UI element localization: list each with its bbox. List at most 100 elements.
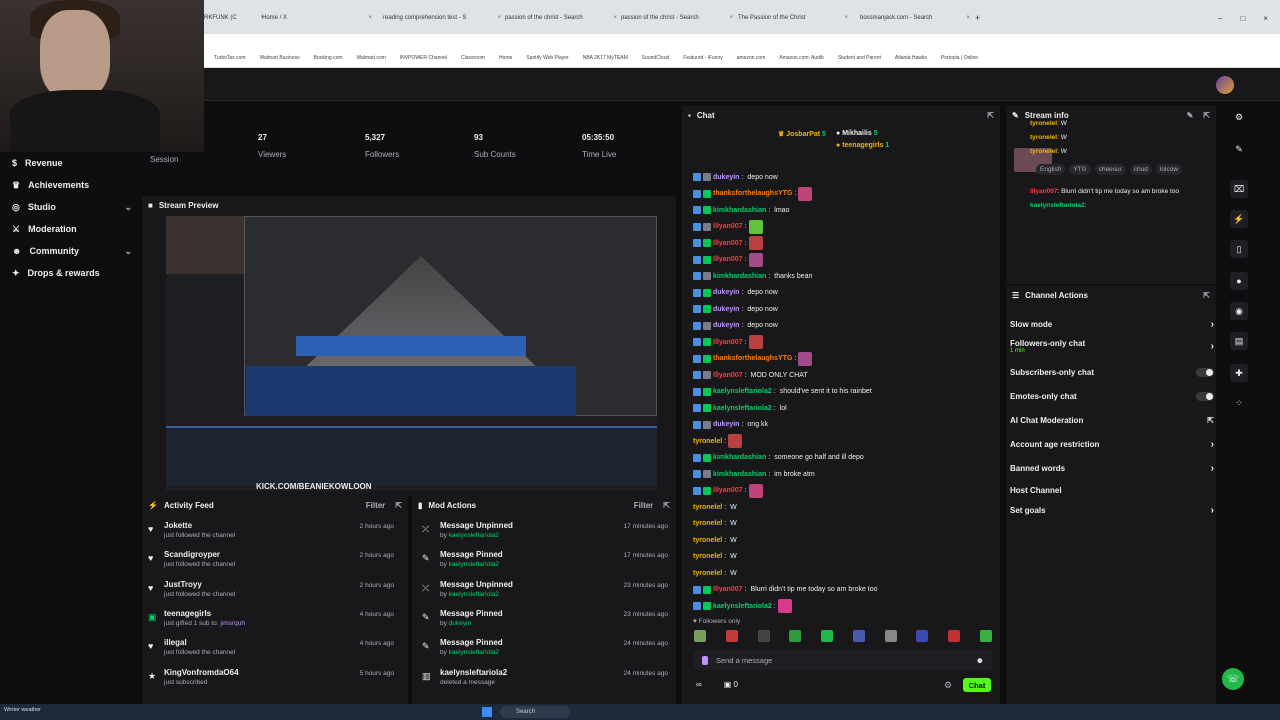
browser-tab[interactable]: passion of the christ - Search ×	[621, 9, 733, 27]
broadcast-icon[interactable]: ◉	[1230, 302, 1248, 320]
bookmark-item[interactable]: Walmart Business	[260, 55, 300, 61]
browser-tab[interactable]: reading comprehension test - S ×	[383, 9, 501, 27]
chat-message[interactable]: Illyan007:	[693, 483, 763, 498]
minimize-icon[interactable]: –	[1218, 14, 1222, 23]
list-icon[interactable]: ▤	[1230, 332, 1248, 350]
channel-action-ai-chat-moderation[interactable]: AI Chat Moderation ⇱	[1010, 410, 1214, 430]
external-link-icon[interactable]: ⇱	[1207, 416, 1214, 425]
channel-action-set-goals[interactable]: Set goals ›	[1010, 500, 1214, 520]
chat-username[interactable]: kimkhardashian	[713, 454, 766, 461]
chevron-down-icon[interactable]: ⌄	[124, 202, 132, 213]
toggle-switch[interactable]	[1196, 367, 1214, 377]
bookmark-item[interactable]: Booking.com	[314, 55, 343, 61]
emote-picker-icon[interactable]	[757, 630, 770, 642]
chat-username[interactable]: tyronelel	[693, 553, 722, 560]
feed-username[interactable]: Jokette	[164, 521, 192, 530]
windows-start-icon[interactable]	[482, 707, 492, 717]
tag-chip[interactable]: English	[1036, 164, 1066, 175]
apps-icon[interactable]: ⁘	[1230, 394, 1248, 412]
mod-username[interactable]: kaelynsleftariola2	[449, 649, 499, 656]
bookmark-item[interactable]: Home	[499, 55, 512, 61]
feed-username[interactable]: illegal	[164, 638, 187, 647]
pencil-icon[interactable]: ✎	[1230, 140, 1248, 158]
chat-message[interactable]: kaelynsleftariola2:	[693, 599, 792, 613]
chat-message[interactable]: Illyan007:	[693, 252, 763, 267]
taskbar-search[interactable]: Search	[500, 706, 570, 718]
list-item[interactable]: ♥ illegal just followed the channel 4 hours…	[142, 637, 402, 666]
maximize-icon[interactable]: □	[1240, 14, 1245, 23]
popout-icon[interactable]: ⇱	[663, 501, 670, 510]
chevron-right-icon[interactable]: ›	[1211, 319, 1214, 330]
chat-username[interactable]: Illyan007	[713, 256, 743, 263]
chat-username[interactable]: thanksforthelaughsYTG	[713, 190, 792, 197]
list-item[interactable]: ✎ Message Pinned by kaelynsleftariola2 17 m…	[412, 549, 676, 578]
chat-message[interactable]: tyronelel: W	[693, 566, 737, 580]
chat-username[interactable]: kaelynsleftariola2	[713, 603, 772, 610]
emote-picker-icon[interactable]	[725, 630, 738, 642]
chat-message[interactable]: kimkhardashian: im broke atm	[693, 467, 815, 481]
device-icon[interactable]: ▯	[1230, 240, 1248, 258]
bookmark-item[interactable]: TurboTax.com	[214, 55, 246, 61]
chat-username[interactable]: Illyan007	[713, 223, 743, 230]
emote-picker-icon[interactable]	[884, 630, 897, 642]
crop-icon[interactable]: ⌧	[1230, 180, 1248, 198]
top-gifter[interactable]: ♛ JosbarPat 5	[778, 130, 826, 138]
chat-username[interactable]: dukeyin	[713, 421, 739, 428]
channel-action-subscribers-only-chat[interactable]: Subscribers-only chat	[1010, 362, 1214, 382]
chat-message[interactable]: tyronelel: W	[693, 550, 737, 564]
close-icon[interactable]: ×	[725, 15, 733, 21]
weather-widget[interactable]: Winter weather	[4, 707, 41, 713]
tag-chip[interactable]: lolcow	[1155, 164, 1182, 175]
chevron-right-icon[interactable]: ›	[1211, 439, 1214, 450]
stream-preview-video[interactable]: KICK.COM/BEANIEKOWLOON	[166, 216, 657, 491]
chat-bubble-icon[interactable]: ●	[1230, 272, 1248, 290]
chat-message[interactable]: tyronelel: W	[693, 533, 737, 547]
feed-username[interactable]: Scandigroyper	[164, 550, 220, 559]
close-icon[interactable]: ×	[962, 15, 970, 21]
infinity-icon[interactable]: ∞	[696, 680, 702, 689]
chat-message[interactable]: thanksforthelaughsYTG:	[693, 351, 813, 366]
channel-action-account-age-restriction[interactable]: Account age restriction ›	[1010, 434, 1214, 454]
chat-message[interactable]: kimkhardashian: thanks bean	[693, 269, 812, 283]
browser-tab[interactable]: bossmanjack.com - Search ×	[860, 9, 970, 27]
emote-picker-icon[interactable]	[694, 630, 706, 642]
close-window-icon[interactable]: ×	[1263, 14, 1268, 23]
chat-message[interactable]: dukeyin: depo now	[693, 302, 778, 316]
feed-username[interactable]: teenagegirls	[164, 609, 211, 618]
chat-username[interactable]: thanksforthelaughsYTG	[713, 355, 792, 362]
bookmark-item[interactable]: INVPOWER Channel	[400, 55, 447, 61]
close-icon[interactable]: ×	[493, 15, 501, 21]
chevron-down-icon[interactable]: ⌄	[124, 246, 132, 257]
list-item[interactable]: ♥ Scandigroyper just followed the channel 2…	[142, 549, 402, 578]
chat-message[interactable]: Illyan007: Blurri didn't tip me today so …	[693, 583, 878, 597]
emote-picker-icon[interactable]	[821, 630, 834, 642]
chat-message[interactable]: tyronelel: W	[693, 500, 737, 514]
tag-chip[interactable]: chud	[1129, 164, 1152, 175]
list-item[interactable]: ♥ JustTroyy just followed the channel 2 hou…	[142, 579, 402, 608]
chat-username[interactable]: tyronelel	[693, 520, 722, 527]
new-tab-icon[interactable]: +	[975, 9, 987, 27]
bookmark-item[interactable]: SoundCloud	[642, 55, 670, 61]
chat-username[interactable]: Illyan007	[713, 240, 743, 247]
chat-message[interactable]: kimkhardashian: someone go half and ill d…	[693, 451, 864, 465]
bookmark-item[interactable]: Spotify Web Player	[526, 55, 568, 61]
help-chat-button[interactable]: ☏	[1222, 668, 1244, 690]
sidebar-item-moderation[interactable]: ⚔ Moderation	[0, 218, 142, 240]
chat-username[interactable]: dukeyin	[713, 289, 739, 296]
chat-message[interactable]: Illyan007: MOD ONLY CHAT	[693, 368, 808, 382]
top-gifter[interactable]: ● teenagegirls 1	[836, 142, 889, 149]
sidebar-item-revenue[interactable]: $ Revenue	[0, 152, 142, 174]
gear-icon[interactable]: ⚙	[1230, 108, 1248, 126]
chat-message[interactable]: dukeyin: ong kk	[693, 418, 768, 432]
settings-icon[interactable]: ⚙	[944, 680, 952, 691]
chevron-right-icon[interactable]: ›	[1211, 505, 1214, 516]
avatar[interactable]	[1216, 76, 1234, 94]
emote-picker-icon[interactable]	[852, 630, 865, 642]
chat-username[interactable]: Illyan007	[713, 339, 743, 346]
chat-username[interactable]: tyronelel	[693, 537, 722, 544]
mod-username[interactable]: dukeyin	[449, 620, 471, 627]
list-item[interactable]: ✎ Message Pinned by dukeyin 23 minutes ago	[412, 608, 676, 637]
bookmark-item[interactable]: Portopia | Online	[941, 55, 978, 61]
chat-username[interactable]: kimkhardashian	[713, 471, 766, 478]
chat-username[interactable]: tyronelel	[693, 504, 722, 511]
